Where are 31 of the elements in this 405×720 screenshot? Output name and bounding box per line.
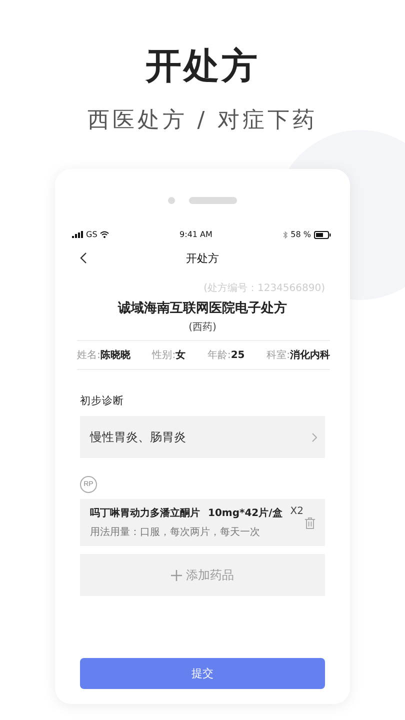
diagnosis-field[interactable]: 慢性胃炎、肠胃炎	[80, 416, 325, 458]
headline: 开处方	[146, 45, 260, 89]
patient-info: 科室:消化内科	[266, 348, 330, 362]
medicine-spec: 10mg*42片/盒	[208, 506, 282, 520]
diagnosis-value: 慢性胃炎、肠胃炎	[90, 428, 186, 446]
medicine-item[interactable]: 吗丁啉胃动力多潘立酮片 10mg*42片/盒 X2 用法用量：口服，每次两片，每天一次	[80, 499, 325, 546]
add-medicine-label: 添加药品	[186, 566, 234, 584]
plus-icon	[171, 570, 182, 580]
status-time: 9:41 AM	[180, 230, 212, 239]
nav-title: 开处方	[186, 250, 219, 266]
prescription-title: 诚域海南互联网医院电子处方	[118, 300, 287, 317]
diagnosis-label: 初步诊断	[80, 394, 125, 408]
battery-icon	[314, 230, 331, 238]
back-icon[interactable]	[80, 252, 87, 264]
medicine-quantity: X2	[290, 506, 304, 519]
prescription-type: (西药)	[188, 320, 216, 334]
bluetooth-icon	[282, 230, 288, 238]
signal-icon	[72, 231, 83, 238]
battery-percent: 58 %	[290, 230, 311, 239]
medicine-usage: 用法用量：口服，每次两片，每天一次	[90, 526, 261, 539]
speaker-slot	[189, 197, 237, 204]
patient-info: 性别:女	[152, 348, 186, 362]
subheadline: 西医处方 / 对症下药	[87, 107, 318, 135]
wifi-icon	[100, 231, 110, 238]
carrier-name: GS	[86, 230, 98, 239]
patient-info: 姓名:陈晓晓	[77, 348, 130, 362]
submit-button[interactable]: 提交	[80, 658, 325, 689]
medicine-name: 吗丁啉胃动力多潘立酮片	[90, 506, 200, 520]
patient-info: 年龄:25	[207, 348, 245, 362]
camera-dot	[168, 197, 175, 204]
chevron-icon	[312, 432, 317, 442]
